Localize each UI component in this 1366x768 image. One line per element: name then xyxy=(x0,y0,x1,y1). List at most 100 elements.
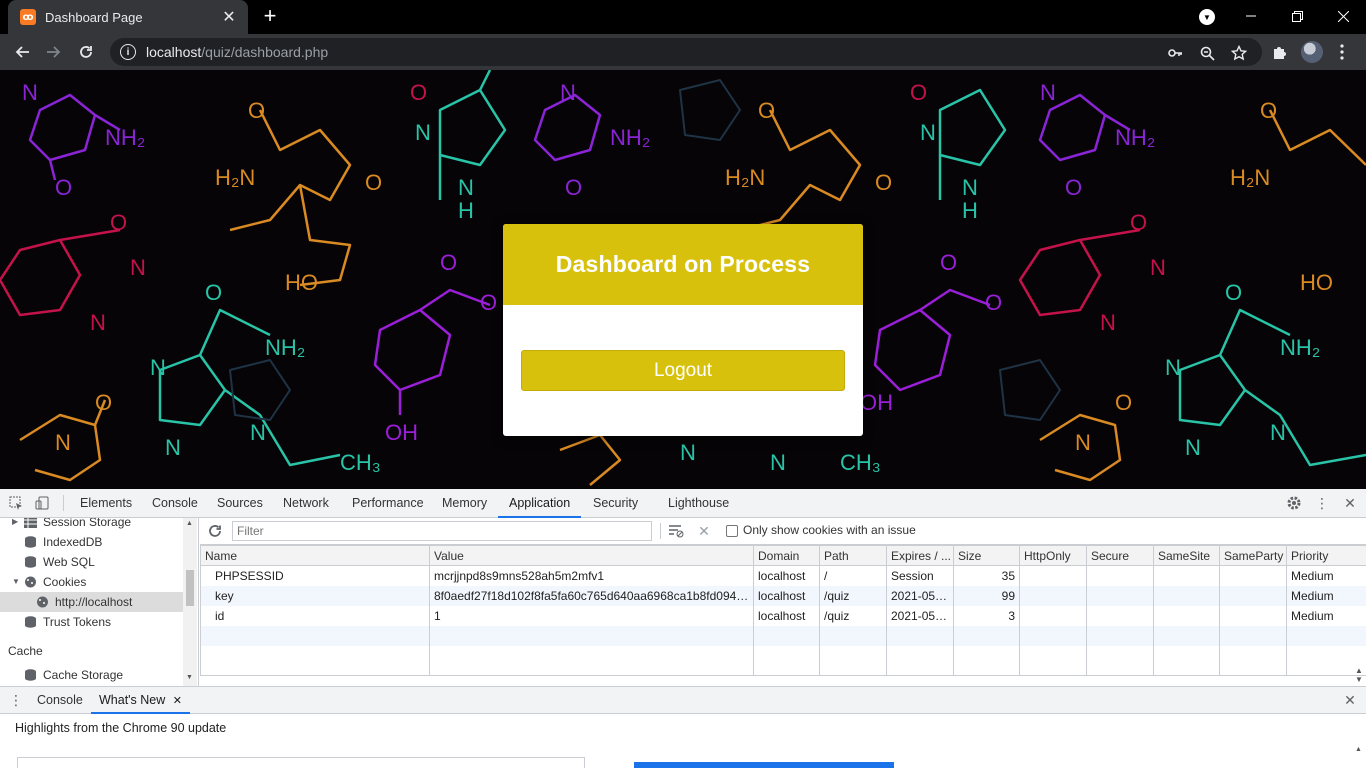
zoom-icon[interactable] xyxy=(1198,44,1216,62)
column-header[interactable]: Expires / ... xyxy=(886,545,954,566)
forward-button[interactable] xyxy=(42,40,66,64)
cookie-sameparty[interactable] xyxy=(1219,565,1287,586)
cookie-domain[interactable]: localhost xyxy=(753,605,820,626)
extensions-button[interactable] xyxy=(1268,40,1292,64)
cookie-sameparty[interactable] xyxy=(1219,605,1287,626)
close-window-button[interactable] xyxy=(1320,0,1366,32)
cookie-name[interactable]: key xyxy=(200,585,430,606)
column-header[interactable]: SameParty xyxy=(1219,545,1287,566)
drawer-menu-icon[interactable]: ⋮ xyxy=(8,692,24,708)
column-header[interactable]: HttpOnly xyxy=(1019,545,1087,566)
tab-elements[interactable]: Elements xyxy=(80,489,132,518)
sidebar-item-indexeddb[interactable]: IndexedDB xyxy=(24,532,102,552)
cookie-samesite[interactable] xyxy=(1153,585,1220,606)
close-tab-icon[interactable]: ✕ xyxy=(220,7,238,27)
cookie-secure[interactable] xyxy=(1086,605,1154,626)
cookie-priority[interactable]: Medium xyxy=(1286,565,1366,586)
cookie-secure[interactable] xyxy=(1086,585,1154,606)
tab-security[interactable]: Security xyxy=(593,489,638,518)
cookie-domain[interactable]: localhost xyxy=(753,565,820,586)
clear-filtered-icon[interactable] xyxy=(668,523,684,539)
cookie-httponly[interactable] xyxy=(1019,605,1087,626)
sidebar-item-websql[interactable]: Web SQL xyxy=(24,552,95,572)
close-drawer-icon[interactable]: ✕ xyxy=(1342,692,1358,708)
cookie-expires[interactable]: 2021-05-... xyxy=(886,585,954,606)
column-header[interactable]: Domain xyxy=(753,545,820,566)
cookie-secure[interactable] xyxy=(1086,565,1154,586)
tab-lighthouse[interactable]: Lighthouse xyxy=(668,489,729,518)
sidebar-scroll-thumb[interactable] xyxy=(186,570,194,606)
device-toolbar-icon[interactable] xyxy=(34,495,50,511)
site-info-icon[interactable]: i xyxy=(120,44,136,60)
logout-button[interactable]: Logout xyxy=(521,350,845,391)
scroll-down-icon[interactable]: ▼ xyxy=(186,674,193,681)
delete-all-icon[interactable]: ✕ xyxy=(696,523,712,539)
cookie-priority[interactable]: Medium xyxy=(1286,605,1366,626)
sidebar-item-cache-storage[interactable]: Cache Storage xyxy=(24,665,123,685)
cookie-path[interactable]: /quiz xyxy=(819,585,887,606)
only-issues-checkbox[interactable] xyxy=(726,525,738,537)
tab-search-icon[interactable]: ▼ xyxy=(1199,9,1215,25)
settings-gear-icon[interactable] xyxy=(1286,495,1302,511)
sidebar-item-localhost-cookies[interactable]: http://localhost xyxy=(0,592,183,612)
drawer-tab-whats-new[interactable]: What's New ✕ xyxy=(91,687,190,714)
drawer-tab-console[interactable]: Console xyxy=(37,687,83,714)
cookie-samesite[interactable] xyxy=(1153,605,1220,626)
devtools-menu-icon[interactable]: ⋮ xyxy=(1314,495,1330,511)
cookie-sameparty[interactable] xyxy=(1219,585,1287,606)
tab-application[interactable]: Application xyxy=(498,489,582,518)
cookie-samesite[interactable] xyxy=(1153,565,1220,586)
address-bar[interactable]: i localhost/quiz/dashboard.php xyxy=(110,38,1262,66)
cookie-priority[interactable]: Medium xyxy=(1286,585,1366,606)
table-row[interactable]: id 1 localhost /quiz 2021-05-... 3 Mediu… xyxy=(200,605,1366,626)
cookie-value[interactable]: 8f0aedf27f18d102f8fa5fa60c765d640aa6968c… xyxy=(429,585,754,606)
cookie-name[interactable]: PHPSESSID xyxy=(200,565,430,586)
column-header[interactable]: SameSite xyxy=(1153,545,1220,566)
tab-console[interactable]: Console xyxy=(152,489,198,518)
back-button[interactable] xyxy=(10,40,34,64)
bookmark-star-icon[interactable] xyxy=(1230,44,1248,62)
column-header[interactable]: Value xyxy=(429,545,754,566)
column-header[interactable]: Path xyxy=(819,545,887,566)
tab-performance[interactable]: Performance xyxy=(352,489,424,518)
whats-new-item[interactable] xyxy=(17,757,585,768)
scroll-up-icon[interactable]: ▲ xyxy=(1355,746,1362,753)
cookie-httponly[interactable] xyxy=(1019,585,1087,606)
close-devtools-icon[interactable]: ✕ xyxy=(1342,495,1358,511)
table-row[interactable]: key 8f0aedf27f18d102f8fa5fa60c765d640aa6… xyxy=(200,585,1366,606)
tab-sources[interactable]: Sources xyxy=(217,489,263,518)
cookie-expires[interactable]: 2021-05-... xyxy=(886,605,954,626)
sidebar-item-session-storage[interactable]: ▶ Session Storage xyxy=(12,518,131,532)
browser-menu-button[interactable] xyxy=(1330,40,1354,64)
new-tab-button[interactable]: + xyxy=(258,5,282,29)
cookie-value[interactable]: 1 xyxy=(429,605,754,626)
cookie-name[interactable]: id xyxy=(200,605,430,626)
refresh-icon[interactable] xyxy=(207,523,223,539)
table-row[interactable]: PHPSESSID mcrjjnpd8s9mns528ah5m2mfv1 loc… xyxy=(200,565,1366,586)
column-header[interactable]: Name xyxy=(200,545,430,566)
close-icon[interactable]: ✕ xyxy=(173,695,182,707)
cookie-value[interactable]: mcrjjnpd8s9mns528ah5m2mfv1 xyxy=(429,565,754,586)
tab-network[interactable]: Network xyxy=(283,489,329,518)
column-header[interactable]: Secure xyxy=(1086,545,1154,566)
cookie-httponly[interactable] xyxy=(1019,565,1087,586)
browser-tab[interactable]: ꝏ Dashboard Page ✕ xyxy=(8,0,248,34)
table-scrollbar[interactable]: ▲ ▼ xyxy=(1352,666,1366,686)
scroll-down-icon[interactable]: ▼ xyxy=(1355,675,1363,684)
reload-button[interactable] xyxy=(74,40,98,64)
tab-memory[interactable]: Memory xyxy=(442,489,487,518)
cookie-path[interactable]: / xyxy=(819,565,887,586)
restore-button[interactable] xyxy=(1274,0,1320,32)
inspect-element-icon[interactable] xyxy=(8,495,24,511)
minimize-button[interactable] xyxy=(1228,0,1274,32)
cookie-path[interactable]: /quiz xyxy=(819,605,887,626)
sidebar-item-trust-tokens[interactable]: Trust Tokens xyxy=(24,612,111,632)
cookie-expires[interactable]: Session xyxy=(886,565,954,586)
cookie-domain[interactable]: localhost xyxy=(753,585,820,606)
profile-avatar[interactable] xyxy=(1301,41,1323,63)
column-header[interactable]: Priority xyxy=(1286,545,1366,566)
scroll-up-icon[interactable]: ▲ xyxy=(1355,666,1363,675)
key-icon[interactable] xyxy=(1166,44,1184,62)
filter-input[interactable] xyxy=(232,521,652,541)
column-header[interactable]: Size xyxy=(953,545,1020,566)
